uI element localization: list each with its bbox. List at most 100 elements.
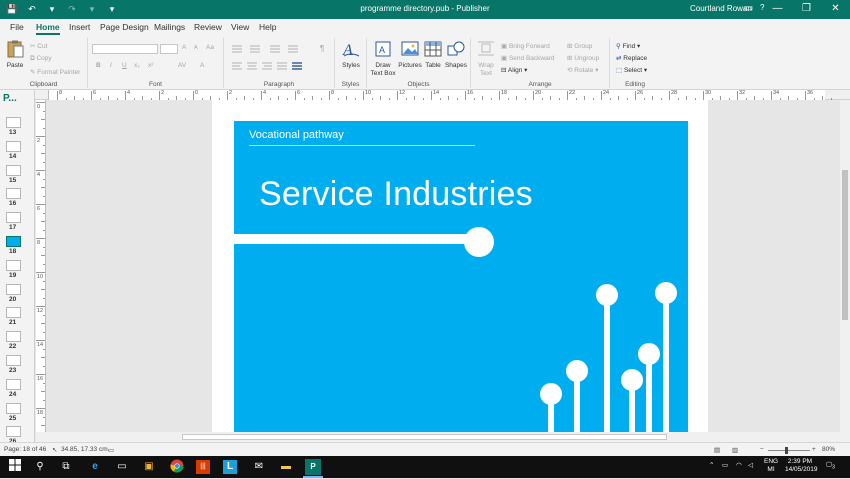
italic-button[interactable]: I [110, 62, 112, 69]
horizontal-scroll-thumb[interactable] [182, 434, 667, 440]
underline-button[interactable]: U [122, 62, 127, 69]
align-button[interactable]: ⊟ Align ▾ [501, 66, 527, 74]
notifications-icon[interactable]: ▢3 [826, 461, 835, 471]
cut-button[interactable]: ✂ Cut [30, 42, 47, 50]
page-thumbnail[interactable] [6, 283, 21, 295]
ruler-v-tick [43, 382, 45, 384]
page-thumbnail[interactable] [6, 402, 21, 414]
send-backward-button[interactable]: ▣ Send Backward [501, 54, 554, 62]
close-button[interactable]: ✕ [821, 0, 850, 19]
find-button[interactable]: ⚲ Find ▾ [616, 42, 640, 50]
cover-background[interactable]: Vocational pathway Service Industries [234, 121, 688, 432]
search-icon[interactable]: ⚲ [32, 459, 48, 475]
l-app-icon[interactable]: L [223, 460, 237, 474]
vertical-scrollbar[interactable] [840, 100, 850, 442]
pages-pane-header[interactable]: P... [3, 93, 17, 104]
circuit-graphic[interactable] [234, 121, 688, 432]
task-view-icon[interactable]: ⧉ [58, 459, 74, 475]
ruler-h-tick [227, 91, 228, 100]
page-thumbnail[interactable] [6, 236, 21, 247]
page-thumbnail[interactable] [6, 426, 21, 438]
tab-review[interactable]: Review [194, 22, 222, 32]
input-language[interactable]: ENG MI [764, 458, 778, 474]
tab-home[interactable]: Home [36, 22, 60, 35]
store-icon[interactable]: ▣ [141, 459, 157, 475]
publication-page[interactable]: Vocational pathway Service Industries [212, 100, 708, 432]
page-thumbnail[interactable] [6, 212, 21, 224]
font-name-dropdown[interactable] [92, 44, 158, 54]
draw-text-box-button[interactable]: A Draw Text Box [370, 40, 396, 78]
horizontal-scrollbar[interactable] [36, 432, 840, 442]
ribbon-display-options-button[interactable]: ▭ [734, 0, 763, 19]
subscript-button[interactable]: x₂ [134, 62, 140, 69]
objects-group-label: Objects [407, 81, 430, 88]
wrap-text-button[interactable]: Wrap Text [474, 40, 498, 78]
tab-insert[interactable]: Insert [69, 22, 90, 32]
tab-help[interactable]: Help [259, 22, 276, 32]
zoom-level[interactable]: 80% [822, 446, 835, 453]
page-thumbnail[interactable] [6, 378, 21, 390]
two-page-view-icon[interactable]: ▥ [732, 446, 738, 454]
character-spacing-button[interactable]: AV [178, 62, 186, 69]
zoom-out-button[interactable]: − [760, 446, 764, 453]
ruler-h-tick [261, 91, 262, 100]
zoom-slider[interactable] [768, 447, 810, 454]
volume-icon[interactable]: ◁ [748, 462, 753, 470]
grow-font-button[interactable]: A [182, 44, 186, 51]
paragraph-group: ¶ Paragraph [224, 38, 335, 88]
page-thumbnail[interactable] [6, 164, 21, 176]
mail-icon[interactable]: ✉ [251, 459, 267, 475]
maximize-button[interactable]: ❐ [792, 0, 821, 19]
file-explorer-icon[interactable]: ▬ [278, 459, 294, 475]
paste-button[interactable]: Paste [4, 40, 26, 70]
table-button[interactable]: Table [423, 40, 443, 70]
page-thumbnail[interactable] [6, 307, 21, 319]
minimize-button[interactable]: — [763, 0, 792, 19]
clock[interactable]: 2:39 PM 14/05/2019 [785, 458, 818, 474]
rotate-button[interactable]: ⟲ Rotate ▾ [567, 66, 599, 74]
windows-start-icon[interactable] [7, 459, 23, 475]
page-thumbnail[interactable] [6, 117, 21, 128]
font-color-button[interactable]: A [200, 62, 204, 69]
vertical-scroll-thumb[interactable] [842, 170, 848, 320]
page-thumbnail[interactable] [6, 259, 21, 271]
page-thumbnail[interactable] [6, 355, 21, 366]
publisher-taskbar-icon[interactable]: P [305, 459, 321, 475]
zoom-in-button[interactable]: + [812, 446, 816, 453]
wifi-icon[interactable]: ◠ [736, 462, 742, 470]
page-thumbnail[interactable] [6, 188, 21, 200]
zoom-slider-thumb[interactable] [784, 447, 788, 454]
clear-formatting-button[interactable]: Aa [206, 44, 214, 51]
network-icon[interactable]: ▭ [722, 462, 728, 470]
shapes-button[interactable]: Shapes [444, 40, 468, 70]
show-formatting-marks-button[interactable]: ¶ [320, 44, 324, 53]
select-button[interactable]: ⬚ Select ▾ [616, 66, 647, 74]
font-size-dropdown[interactable] [160, 44, 178, 54]
ungroup-button[interactable]: ⊞ Ungroup [567, 54, 599, 62]
copy-button[interactable]: ⧉ Copy [30, 55, 52, 63]
pictures-button[interactable]: Pictures [397, 40, 423, 70]
page-indicator[interactable]: Page: 18 of 46 [4, 446, 46, 453]
bring-forward-button[interactable]: ▣ Bring Forward [501, 42, 550, 50]
show-hidden-icons[interactable]: ⌃ [709, 462, 714, 470]
group-button[interactable]: ⊞ Group [567, 42, 592, 50]
replace-button[interactable]: ⇄ Replace [616, 54, 647, 62]
edge-browser-icon[interactable]: e [87, 459, 103, 475]
vertical-ruler[interactable]: 0 2 4 6 8 10 12 14 16 18 [36, 100, 46, 435]
chrome-icon[interactable] [169, 459, 185, 475]
bold-button[interactable]: B [96, 62, 101, 69]
shrink-font-button[interactable]: A [194, 45, 198, 51]
tab-page-design[interactable]: Page Design [100, 22, 149, 32]
page-thumbnail[interactable] [6, 331, 21, 343]
superscript-button[interactable]: x² [148, 62, 153, 69]
single-page-view-icon[interactable]: ▤ [714, 446, 720, 454]
tab-mailings[interactable]: Mailings [154, 22, 185, 32]
tab-file[interactable]: File [10, 22, 24, 32]
page-thumbnail[interactable] [6, 140, 21, 152]
styles-button[interactable]: A Styles [339, 40, 363, 70]
window-app-icon[interactable]: ▭ [114, 459, 130, 475]
tab-view[interactable]: View [231, 22, 249, 32]
office-app-icon[interactable]: ||| [196, 460, 210, 474]
horizontal-ruler[interactable]: 8 6 4 2 0 2 4 6 8 10 12 14 16 18 20 22 24 26 28 30 32 34 36 [48, 90, 832, 100]
format-painter-button[interactable]: ✎ Format Painter [30, 68, 80, 76]
